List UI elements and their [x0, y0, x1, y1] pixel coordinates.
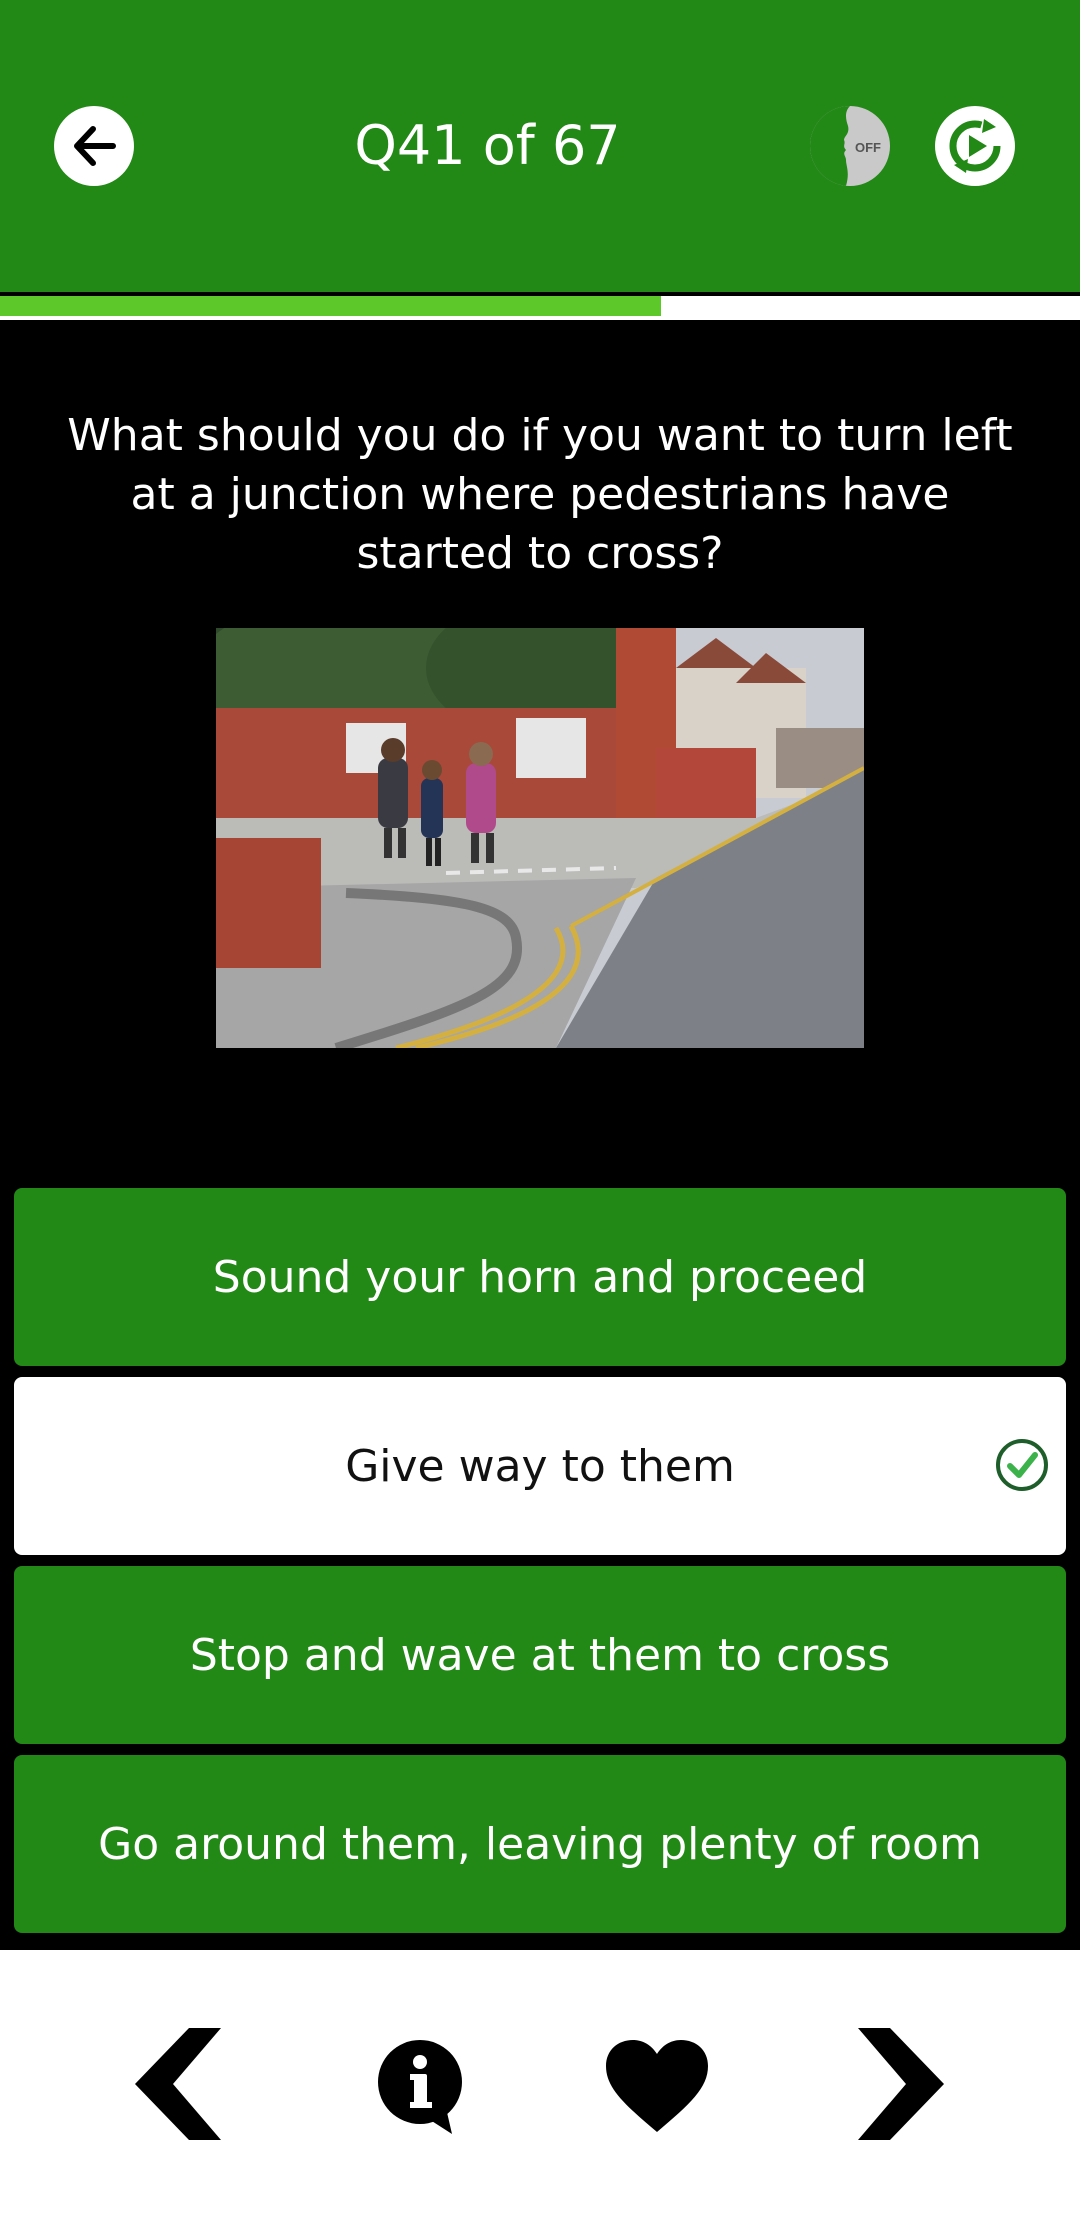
answer-label: Go around them, leaving plenty of room [98, 1818, 982, 1870]
answer-option-3[interactable]: Stop and wave at them to cross [14, 1566, 1066, 1744]
back-button[interactable] [54, 106, 134, 186]
svg-text:OFF: OFF [855, 140, 881, 155]
bottom-nav [0, 1950, 1080, 2220]
answer-option-2[interactable]: Give way to them [14, 1377, 1066, 1555]
answer-label: Give way to them [345, 1440, 735, 1492]
refresh-button[interactable] [935, 106, 1015, 186]
answer-label: Stop and wave at them to cross [189, 1629, 891, 1681]
question-text: What should you do if you want to turn l… [67, 410, 1013, 579]
arrow-left-icon [74, 126, 116, 166]
info-bubble-icon[interactable] [372, 2038, 468, 2134]
voice-off-icon: OFF [810, 106, 881, 186]
answer-option-4[interactable]: Go around them, leaving plenty of room [14, 1755, 1066, 1933]
junction-pedestrians-photo [216, 628, 864, 1048]
answer-option-1[interactable]: Sound your horn and proceed [14, 1188, 1066, 1366]
progress-fill [0, 296, 661, 316]
page-title: Q41 of 67 [354, 114, 621, 177]
voice-toggle-button[interactable]: OFF [810, 106, 890, 186]
chevron-left-icon[interactable] [133, 2026, 233, 2142]
refresh-icon [949, 119, 1001, 173]
chevron-right-icon[interactable] [846, 2026, 946, 2142]
answer-label: Sound your horn and proceed [212, 1251, 868, 1303]
check-circle-icon [996, 1439, 1048, 1491]
header-bar: Q41 of 67 OFF [0, 0, 1080, 292]
heart-icon[interactable] [604, 2038, 710, 2134]
progress-bar [0, 296, 1080, 320]
